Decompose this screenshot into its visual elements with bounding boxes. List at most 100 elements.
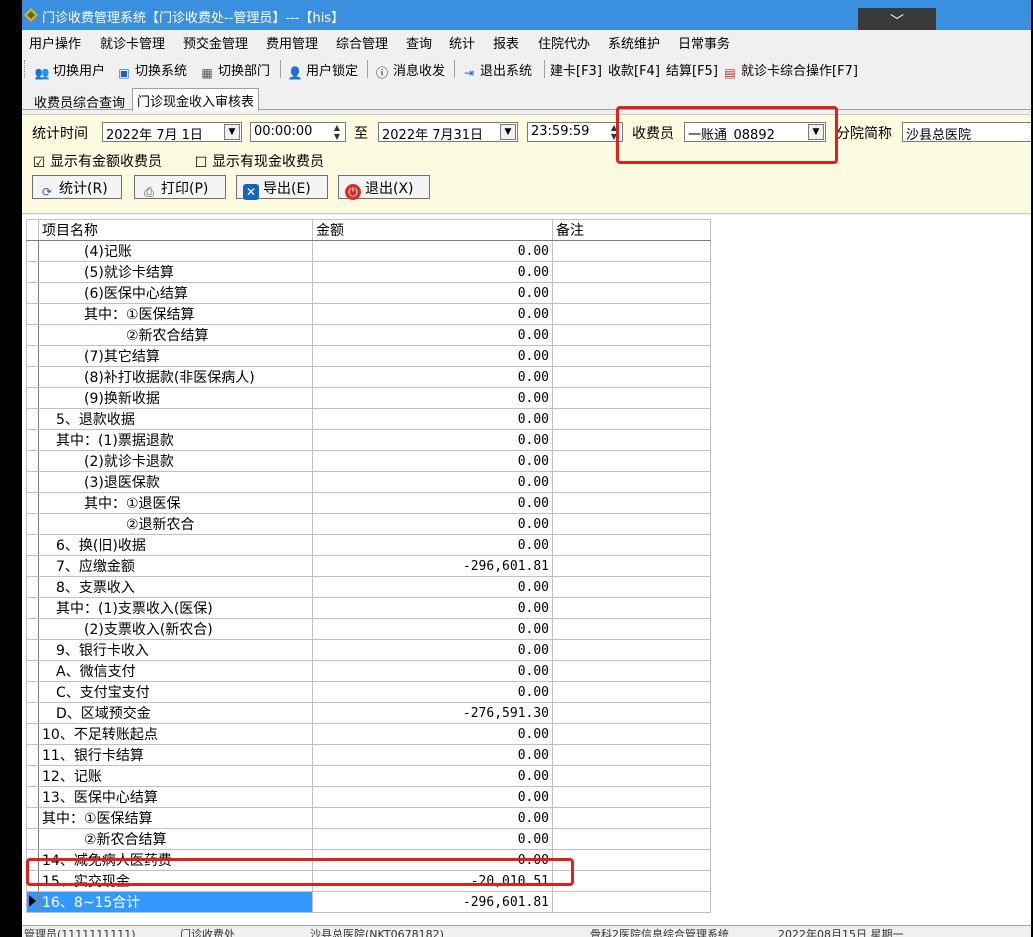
cell-note[interactable] (552, 828, 711, 850)
cell-note[interactable] (552, 660, 711, 682)
cell-note[interactable] (552, 240, 711, 262)
row-indicator[interactable] (26, 618, 39, 640)
cell-item-name[interactable]: 6、换(旧)收据 (38, 534, 313, 556)
table-row[interactable]: 其中：(1)支票收入(医保) 0.00 (26, 597, 711, 619)
row-indicator[interactable] (26, 891, 39, 913)
cell-note[interactable] (552, 891, 711, 913)
table-row[interactable]: 13、医保中心结算 0.00 (26, 786, 711, 808)
tab-cash-audit[interactable]: 门诊现金收入审核表 (132, 88, 260, 111)
time-to-input[interactable]: 23:59:59 ▲ ▼ (527, 122, 623, 142)
chevron-down-icon[interactable]: ▼ (500, 124, 516, 140)
cell-note[interactable] (552, 303, 711, 325)
table-row[interactable]: ②新农合结算 0.00 (26, 828, 711, 850)
cell-item-name[interactable]: 5、退款收据 (38, 408, 313, 430)
cell-note[interactable] (552, 429, 711, 451)
row-indicator[interactable] (26, 345, 39, 367)
cell-amount[interactable]: 0.00 (312, 324, 553, 346)
cell-item-name[interactable]: 其中：①退医保 (38, 492, 313, 514)
cell-amount[interactable]: 0.00 (312, 513, 553, 535)
table-row[interactable]: 10、不足转账起点 0.00 (26, 723, 711, 745)
row-indicator[interactable] (26, 450, 39, 472)
cell-note[interactable] (552, 366, 711, 388)
cell-item-name[interactable]: (6)医保中心结算 (38, 282, 313, 304)
cell-note[interactable] (552, 807, 711, 829)
cell-note[interactable] (552, 576, 711, 598)
table-row[interactable]: A、微信支付 0.00 (26, 660, 711, 682)
cell-item-name[interactable]: C、支付宝支付 (38, 681, 313, 703)
show-amount-checkbox[interactable]: ☑ 显示有金额收费员 (32, 151, 162, 171)
row-indicator[interactable] (26, 471, 39, 493)
cell-amount[interactable]: 0.00 (312, 639, 553, 661)
cell-amount[interactable]: 0.00 (312, 429, 553, 451)
table-row[interactable]: 5、退款收据 0.00 (26, 408, 711, 430)
table-row[interactable]: (6)医保中心结算 0.00 (26, 282, 711, 304)
row-indicator[interactable] (26, 429, 39, 451)
title-bar[interactable]: 门诊收费管理系统【门诊收费处--管理员】---【his】 ﹀ (22, 0, 1033, 38)
cell-item-name[interactable]: (5)就诊卡结算 (38, 261, 313, 283)
table-row[interactable]: ②新农合结算 0.00 (26, 324, 711, 346)
table-row[interactable]: 8、支票收入 0.00 (26, 576, 711, 598)
table-row[interactable]: (8)补打收据款(非医保病人) 0.00 (26, 366, 711, 388)
table-row[interactable]: 其中：(1)票据退款 0.00 (26, 429, 711, 451)
row-indicator[interactable] (26, 597, 39, 619)
cell-amount[interactable]: -296,601.81 (312, 555, 553, 577)
cell-amount[interactable]: 0.00 (312, 366, 553, 388)
cell-amount[interactable]: 0.00 (312, 345, 553, 367)
time-from-input[interactable]: 00:00:00 ▲ ▼ (250, 122, 346, 142)
menu-daily-affairs[interactable]: 日常事务 (678, 33, 730, 52)
cell-amount[interactable]: 0.00 (312, 450, 553, 472)
cell-note[interactable] (552, 324, 711, 346)
date-from-picker[interactable]: 2022年 7月 1日 ▼ (102, 122, 242, 142)
cell-item-name[interactable]: ②新农合结算 (38, 324, 313, 346)
menu-fee-mgmt[interactable]: 费用管理 (266, 33, 318, 52)
row-indicator[interactable] (26, 744, 39, 766)
cell-amount[interactable]: 0.00 (312, 303, 553, 325)
cell-item-name[interactable]: 其中：(1)支票收入(医保) (38, 597, 313, 619)
cell-note[interactable] (552, 849, 711, 871)
cell-note[interactable] (552, 534, 711, 556)
cell-item-name[interactable]: (3)退医保款 (38, 471, 313, 493)
cell-note[interactable] (552, 597, 711, 619)
cell-item-name[interactable]: D、区域预交金 (38, 702, 313, 724)
table-row[interactable]: (5)就诊卡结算 0.00 (26, 261, 711, 283)
cell-item-name[interactable]: 12、记账 (38, 765, 313, 787)
menu-statistics[interactable]: 统计 (449, 33, 475, 52)
cell-note[interactable] (552, 387, 711, 409)
cell-note[interactable] (552, 618, 711, 640)
lock-user-button[interactable]: 👤 用户锁定 (287, 60, 359, 80)
cell-amount[interactable]: 0.00 (312, 723, 553, 745)
row-indicator[interactable] (26, 240, 39, 262)
print-button[interactable]: ⎙ 打印(P) (134, 175, 226, 199)
cell-amount[interactable]: -296,601.81 (312, 891, 553, 913)
exit-system-button[interactable]: ⇥ 退出系统 (461, 60, 532, 80)
cell-note[interactable] (552, 639, 711, 661)
cell-amount[interactable]: 0.00 (312, 807, 553, 829)
cell-item-name[interactable]: (2)支票收入(新农合) (38, 618, 313, 640)
export-button[interactable]: ✕ 导出(E) (236, 175, 328, 200)
table-row[interactable]: (3)退医保款 0.00 (26, 471, 711, 493)
cell-note[interactable] (552, 282, 711, 304)
cell-item-name[interactable]: A、微信支付 (38, 660, 313, 682)
cell-amount[interactable]: 0.00 (312, 597, 553, 619)
row-indicator[interactable] (26, 324, 39, 346)
row-indicator[interactable] (26, 513, 39, 535)
table-row[interactable]: 16、8~15合计 -296,601.81 (26, 891, 711, 913)
row-indicator[interactable] (26, 807, 39, 829)
cell-item-name[interactable]: 其中：(1)票据退款 (38, 429, 313, 451)
cell-note[interactable] (552, 471, 711, 493)
col-header-note[interactable]: 备注 (552, 219, 711, 241)
cell-amount[interactable]: 0.00 (312, 240, 553, 262)
cell-amount[interactable]: -276,591.30 (312, 702, 553, 724)
switch-system-button[interactable]: ▣ 切换系统 (116, 60, 187, 80)
card-ops-button[interactable]: ▤ 就诊卡综合操作[F7] (722, 60, 858, 80)
table-row[interactable]: 其中：①退医保 0.00 (26, 492, 711, 514)
cell-item-name[interactable]: ②退新农合 (38, 513, 313, 535)
cell-item-name[interactable]: 11、银行卡结算 (38, 744, 313, 766)
date-to-picker[interactable]: 2022年 7月31日 ▼ (378, 122, 518, 142)
table-row[interactable]: 6、换(旧)收据 0.00 (26, 534, 711, 556)
chevron-down-icon[interactable]: ▼ (224, 124, 240, 140)
table-row[interactable]: (9)换新收据 0.00 (26, 387, 711, 409)
cell-note[interactable] (552, 492, 711, 514)
cell-amount[interactable]: 0.00 (312, 408, 553, 430)
cell-item-name[interactable]: (4)记账 (38, 240, 313, 262)
